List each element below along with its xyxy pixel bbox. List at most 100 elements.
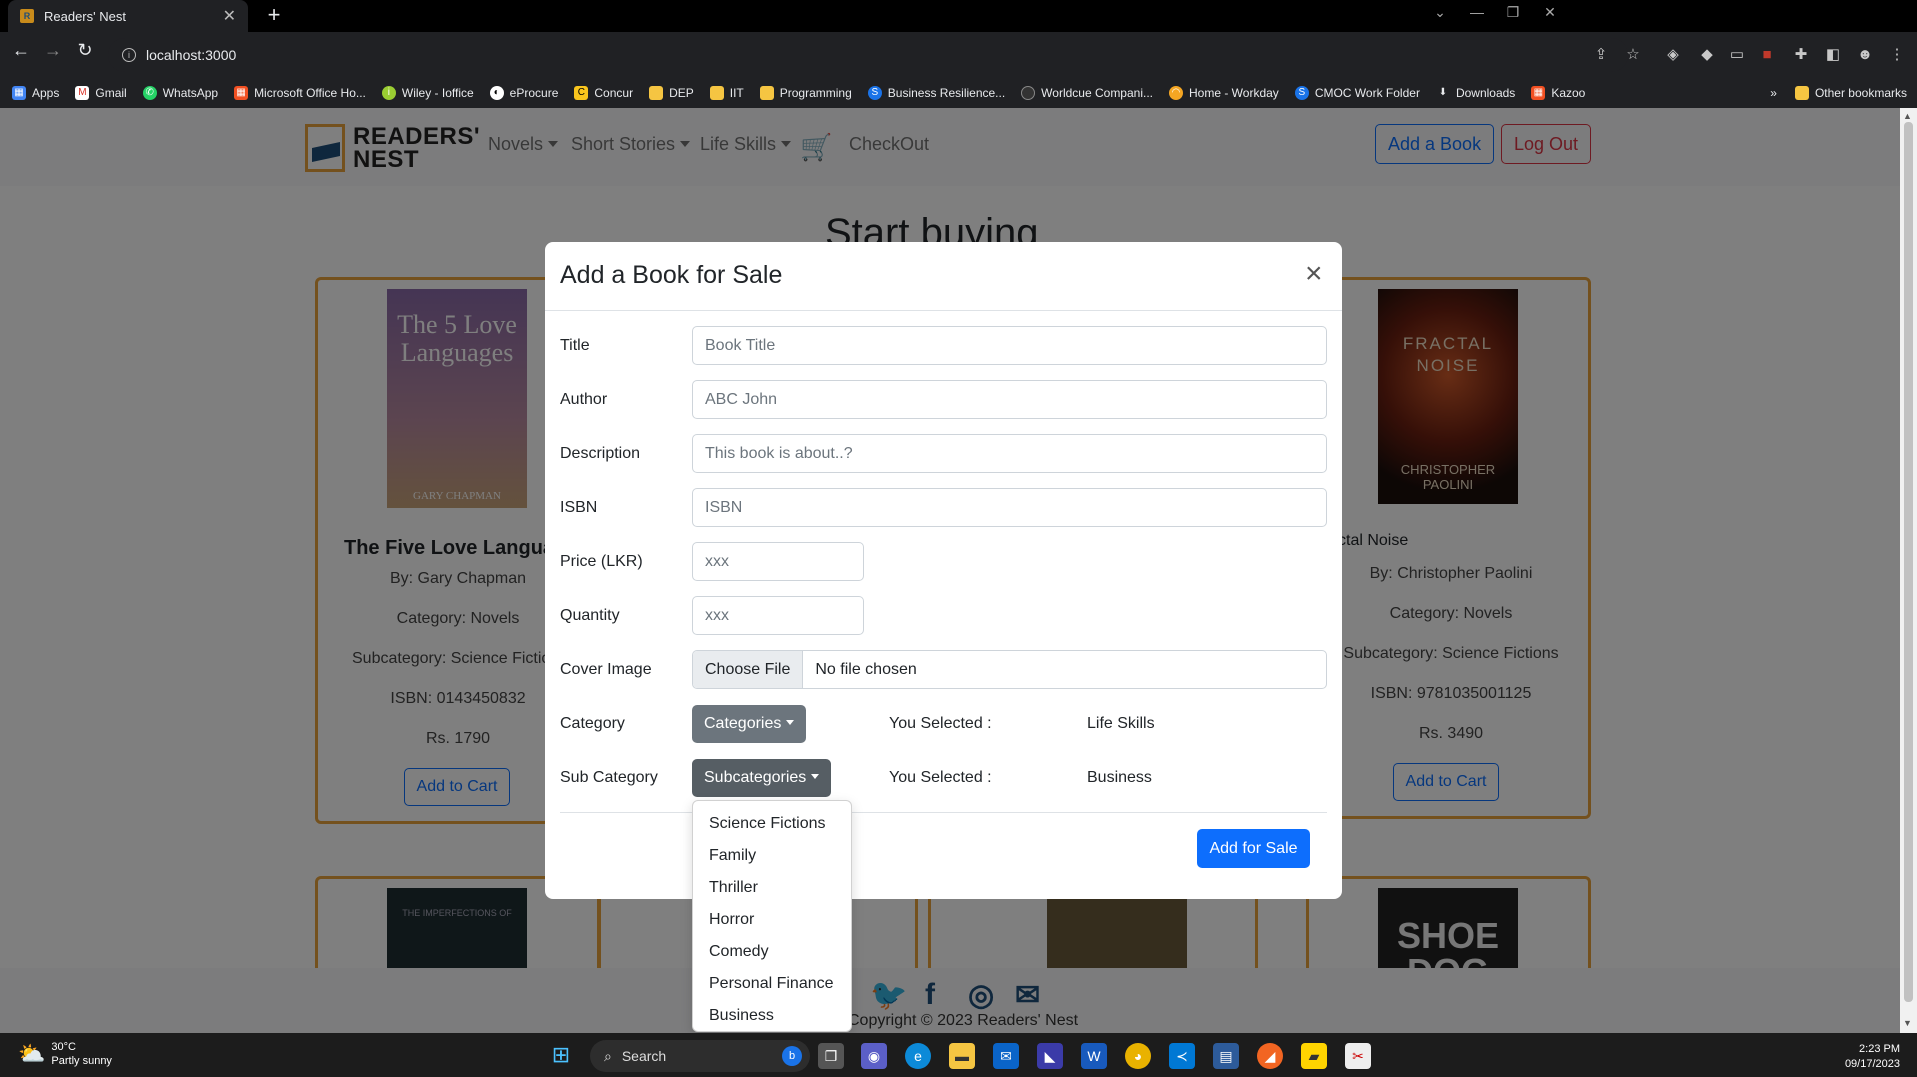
- whatsapp-icon: ✆: [142, 86, 157, 100]
- no-file-text: No file chosen: [815, 661, 917, 678]
- bookmark-item[interactable]: S CMOC Work Folder: [1294, 86, 1420, 100]
- postman-icon[interactable]: ◢: [1257, 1043, 1283, 1069]
- dropdown-item-comedy[interactable]: Comedy: [709, 943, 769, 961]
- menu-kebab-icon[interactable]: ⋮: [1886, 44, 1908, 66]
- scrollbar-thumb[interactable]: [1904, 122, 1913, 1002]
- cover-image-file-input[interactable]: Choose File No file chosen: [692, 650, 1327, 689]
- taskbar-search-label: Search: [621, 1048, 667, 1064]
- quantity-input[interactable]: xxx: [692, 596, 864, 635]
- extension-icon[interactable]: ■: [1756, 44, 1778, 66]
- bookmark-item[interactable]: ✆ WhatsApp: [142, 86, 218, 100]
- bookmark-item[interactable]: M Gmail: [75, 86, 127, 100]
- scroll-up-icon[interactable]: ▲: [1903, 111, 1912, 121]
- categories-dropdown-button[interactable]: Categories: [692, 705, 807, 743]
- chrome-icon[interactable]: ◕: [1125, 1043, 1151, 1069]
- bookmark-item[interactable]: ▦ Apps: [12, 86, 59, 100]
- description-input[interactable]: This book is about..?: [692, 434, 1327, 473]
- taskbar-clock[interactable]: 2:23 PM 09/17/2023: [1790, 1042, 1900, 1072]
- task-view-icon[interactable]: ❐: [818, 1043, 844, 1069]
- bookmark-item[interactable]: ◠ Home - Workday: [1169, 86, 1279, 100]
- weather-temp: 30°C: [51, 1041, 76, 1053]
- bookmark-item[interactable]: C Concur: [574, 86, 633, 100]
- folder-icon: [759, 86, 774, 100]
- windows-start-icon[interactable]: ⊞: [548, 1042, 574, 1068]
- gmail-icon: M: [75, 86, 90, 100]
- restore-icon[interactable]: ❐: [1498, 4, 1528, 21]
- site-info-icon[interactable]: i: [122, 48, 136, 62]
- add-book-modal: Add a Book for Sale × Title Book Title A…: [545, 242, 1342, 899]
- apps-grid-icon: ▦: [12, 86, 26, 100]
- bookmark-item[interactable]: ▦ Kazoo: [1531, 86, 1585, 100]
- extensions-puzzle-icon[interactable]: ✚: [1790, 44, 1812, 66]
- dropdown-item-family[interactable]: Family: [709, 847, 756, 865]
- add-for-sale-button[interactable]: Add for Sale: [1197, 829, 1310, 868]
- mail-icon[interactable]: ✉: [993, 1043, 1019, 1069]
- dropdown-item-horror[interactable]: Horror: [709, 911, 754, 929]
- bookmark-item[interactable]: ⬇ Downloads: [1436, 86, 1516, 100]
- choose-file-button[interactable]: Choose File: [693, 651, 804, 688]
- vscode-icon[interactable]: ≺: [1169, 1043, 1195, 1069]
- folder-icon: [649, 86, 664, 100]
- bing-icon[interactable]: b: [782, 1046, 802, 1066]
- bookmark-item[interactable]: Programming: [759, 86, 852, 100]
- isbn-input[interactable]: ISBN: [692, 488, 1327, 527]
- dropdown-item-personal-finance[interactable]: Personal Finance: [709, 975, 834, 993]
- reload-icon[interactable]: ↻: [70, 40, 100, 61]
- page-scrollbar[interactable]: [1900, 108, 1917, 1033]
- word-icon[interactable]: W: [1081, 1043, 1107, 1069]
- forward-icon[interactable]: →: [38, 40, 68, 61]
- file-explorer-icon[interactable]: ▬: [949, 1043, 975, 1069]
- bookmark-item[interactable]: ▦ Microsoft Office Ho...: [234, 86, 366, 100]
- modal-footer-divider: [560, 812, 1327, 813]
- sticky-notes-icon[interactable]: ▰: [1301, 1043, 1327, 1069]
- price-label: Price (LKR): [560, 553, 643, 570]
- taskbar-search[interactable]: ⌕ Search b: [590, 1040, 810, 1072]
- share-icon[interactable]: ⇪: [1590, 44, 1612, 66]
- bookmark-item[interactable]: Worldcue Compani...: [1021, 86, 1153, 100]
- teams-icon[interactable]: ◉: [861, 1043, 887, 1069]
- sharepoint-icon: S: [1294, 86, 1309, 100]
- folder-icon: [1794, 86, 1809, 100]
- back-icon[interactable]: ←: [6, 40, 36, 61]
- partly-sunny-icon: ⛅: [18, 1041, 46, 1066]
- minimize-icon[interactable]: —: [1462, 4, 1492, 20]
- dropdown-item-science-fictions[interactable]: Science Fictions: [709, 815, 826, 833]
- more-bookmarks-icon[interactable]: »: [1770, 86, 1777, 100]
- app-icon[interactable]: ◣: [1037, 1043, 1063, 1069]
- sharepoint-icon: S: [867, 86, 882, 100]
- dropdown-item-business[interactable]: Business: [709, 1007, 774, 1025]
- other-bookmarks[interactable]: Other bookmarks: [1794, 86, 1907, 100]
- bookmark-item[interactable]: IIT: [709, 86, 744, 100]
- bookmark-item[interactable]: DEP: [649, 86, 694, 100]
- browser-tab[interactable]: R Readers' Nest ✕: [8, 0, 248, 32]
- title-label: Title: [560, 337, 590, 354]
- category-label: Category: [560, 715, 625, 732]
- profile-avatar-icon[interactable]: ☻: [1854, 44, 1876, 66]
- bookmark-star-icon[interactable]: ☆: [1622, 44, 1644, 66]
- weather-widget[interactable]: ⛅ 30°C Partly sunny: [18, 1040, 112, 1068]
- extension-icon[interactable]: ▭: [1726, 44, 1748, 66]
- window-close-icon[interactable]: ✕: [1535, 4, 1565, 21]
- subcategories-dropdown-button[interactable]: Subcategories: [692, 759, 832, 797]
- extension-icon[interactable]: ◈: [1662, 44, 1684, 66]
- bookmark-item[interactable]: S Business Resilience...: [867, 86, 1005, 100]
- bookmark-item[interactable]: i Wiley - Ioffice: [381, 86, 474, 100]
- app-icon[interactable]: ▤: [1213, 1043, 1239, 1069]
- tab-close-icon[interactable]: ✕: [223, 6, 236, 26]
- price-input[interactable]: xxx: [692, 542, 864, 581]
- new-tab-icon[interactable]: +: [262, 4, 286, 28]
- snipping-tool-icon[interactable]: ✂: [1345, 1043, 1371, 1069]
- tab-search-icon[interactable]: ⌄: [1425, 4, 1455, 21]
- side-panel-icon[interactable]: ◧: [1822, 44, 1844, 66]
- extension-icon[interactable]: ◆: [1696, 44, 1718, 66]
- modal-close-icon[interactable]: ×: [1305, 259, 1323, 289]
- bookmarks-bar: ▦ Apps M Gmail ✆ WhatsApp ▦ Microsoft Office…: [0, 78, 1917, 108]
- author-input[interactable]: ABC John: [692, 380, 1327, 419]
- bookmark-item[interactable]: ◐ eProcure: [489, 86, 558, 100]
- title-input[interactable]: Book Title: [692, 326, 1327, 365]
- dropdown-item-thriller[interactable]: Thriller: [709, 879, 758, 897]
- scroll-down-icon[interactable]: ▼: [1903, 1018, 1912, 1028]
- address-bar[interactable]: i localhost:3000: [108, 38, 1628, 72]
- edge-icon[interactable]: e: [905, 1043, 931, 1069]
- cover-image-label: Cover Image: [560, 661, 652, 678]
